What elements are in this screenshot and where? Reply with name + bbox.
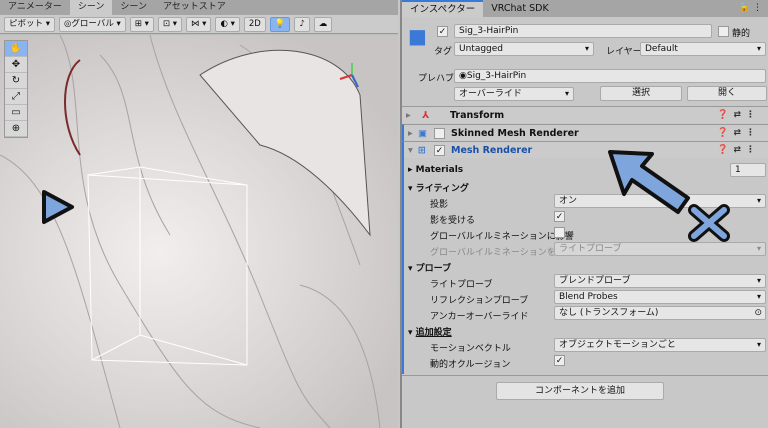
rect-tool-icon[interactable]: ▭ <box>5 105 27 121</box>
pivot-label: ピボット <box>9 18 44 29</box>
gameobject-cube-icon: ■ <box>408 24 427 48</box>
skinned-enable-checkbox[interactable] <box>434 127 445 139</box>
tag-label: タグ <box>434 47 453 57</box>
light-probes-label: ライトプローブ <box>430 280 493 290</box>
transform-icon: ⅄ <box>422 109 430 121</box>
component-title: Transform <box>450 109 505 121</box>
hair-render <box>0 34 381 428</box>
transform-tool-icon[interactable]: ⊕ <box>5 121 27 137</box>
expand-arrow-icon: ▸ <box>408 127 413 139</box>
receive-shadows-label: 影を受ける <box>430 216 476 226</box>
tag-dropdown[interactable]: Untagged <box>454 42 594 56</box>
object-picker-icon[interactable]: ⊙ <box>754 307 762 319</box>
transform-tools: ✋ ✥ ↻ ⤢ ▭ ⊕ <box>4 40 28 138</box>
tab-scene[interactable]: シーン <box>69 0 113 15</box>
lighting-header: ライティング <box>415 184 469 194</box>
motion-vectors-label: モーションベクトル <box>430 344 511 354</box>
x-mark-annotation-icon <box>688 204 730 242</box>
prefab-label: プレハブ <box>418 74 455 84</box>
reflection-probes-label: リフレクションプローブ <box>430 296 529 306</box>
tab-scene-2[interactable]: シーン <box>112 0 155 15</box>
component-title: Mesh Renderer <box>451 144 533 156</box>
arrow-annotation-icon <box>608 150 730 242</box>
add-component-button[interactable]: コンポーネントを追加 <box>496 382 664 400</box>
probes-header: プローブ <box>415 264 452 274</box>
static-checkbox[interactable] <box>718 26 729 37</box>
scale-tool-icon[interactable]: ⤢ <box>5 89 27 105</box>
light-probes-dropdown[interactable]: ブレンドプローブ <box>554 274 766 288</box>
open-button[interactable]: 開く <box>687 86 767 101</box>
lighting-toggle[interactable]: 💡 <box>269 16 291 32</box>
pivot-dropdown[interactable]: ピボット ▾ <box>4 16 55 32</box>
contribute-gi-checkbox[interactable] <box>554 227 565 238</box>
selection-bar <box>402 158 404 374</box>
object-name-input[interactable]: Sig_3-HairPin <box>454 24 712 38</box>
component-controls-icon[interactable]: ❓⇄⋮ <box>717 110 760 120</box>
audio-toggle[interactable]: ♪ <box>294 16 310 32</box>
hand-tool-icon[interactable]: ✋ <box>5 41 27 57</box>
layer-dropdown[interactable]: Default <box>640 42 766 56</box>
scene-toolbar: ピボット ▾ ◎グローバル ▾ ⊞ ▾ ⊡ ▾ ⋈ ▾ ◐ ▾ 2D 💡 ♪ ☁ <box>0 15 398 34</box>
select-button[interactable]: 選択 <box>600 86 682 101</box>
collapse-arrow-icon: ▾ <box>408 144 413 156</box>
component-skinned-mesh-renderer[interactable]: ▸ ▣ Skinned Mesh Renderer ❓⇄⋮ <box>402 124 768 141</box>
effects-toggle[interactable]: ☁ <box>313 16 333 32</box>
dynamic-occlusion-checkbox[interactable]: ✓ <box>554 355 565 366</box>
active-checkbox[interactable]: ✓ <box>437 26 448 37</box>
global-label: グローバル <box>71 18 114 29</box>
play-annotation-icon <box>42 190 74 224</box>
motion-vectors-dropdown[interactable]: オブジェクトモーションごと <box>554 338 766 352</box>
anchor-override-value: なし (トランスフォーム) <box>559 308 659 318</box>
prefab-field[interactable]: ◉Sig_3-HairPin <box>454 69 766 83</box>
cast-shadows-label: 投影 <box>430 200 449 210</box>
snap-increment-button[interactable]: ⊡ ▾ <box>157 16 182 32</box>
materials-foldout[interactable]: ▸ Materials <box>408 165 463 175</box>
static-label: 静的 <box>732 29 751 39</box>
rotate-tool-icon[interactable]: ↻ <box>5 73 27 89</box>
expand-arrow-icon: ▸ <box>406 109 411 121</box>
mesh-renderer-enable-checkbox[interactable]: ✓ <box>434 144 445 156</box>
additional-settings-header: 追加設定 <box>415 328 452 338</box>
receive-shadows-checkbox[interactable]: ✓ <box>554 211 565 222</box>
scene-viewport[interactable] <box>0 34 398 428</box>
layer-label: レイヤー <box>606 47 642 57</box>
2d-toggle[interactable]: 2D <box>243 16 266 32</box>
move-tool-icon[interactable]: ✥ <box>5 57 27 73</box>
inspector-tabs: インスペクター VRChat SDK 🔓 ⋮ <box>402 0 768 17</box>
global-dropdown[interactable]: ◎グローバル ▾ <box>58 16 126 32</box>
tab-asset-store[interactable]: アセットストア <box>155 0 234 15</box>
shading-mode-dropdown[interactable]: ◐ ▾ <box>215 16 240 32</box>
additional-settings-foldout[interactable]: ▾ 追加設定 <box>408 325 452 338</box>
override-dropdown[interactable]: オーバーライド <box>454 87 574 101</box>
tab-animator[interactable]: アニメーター <box>0 0 70 15</box>
scene-tabs: アニメーター シーン シーン アセットストア <box>0 0 398 15</box>
materials-label: Materials <box>415 165 464 175</box>
scene-panel: アニメーター シーン シーン アセットストア ピボット ▾ ◎グローバル ▾ ⊞… <box>0 0 398 428</box>
dynamic-occlusion-label: 動的オクルージョン <box>430 360 511 370</box>
contribute-gi-label: グローバルイルミネーションに影響 <box>430 232 574 242</box>
component-title: Skinned Mesh Renderer <box>451 127 579 139</box>
tab-inspector[interactable]: インスペクター <box>402 0 484 17</box>
anchor-override-field[interactable]: なし (トランスフォーム) ⊙ <box>554 306 766 320</box>
mesh-renderer-icon: ⊞ <box>418 144 426 156</box>
grid-button[interactable]: ⋈ ▾ <box>185 16 212 32</box>
component-controls-icon[interactable]: ❓⇄⋮ <box>717 128 760 138</box>
lock-icon[interactable]: 🔓 ⋮ <box>739 0 768 17</box>
divider <box>402 375 768 376</box>
skinned-mesh-icon: ▣ <box>418 127 427 139</box>
grid-snap-button[interactable]: ⊞ ▾ <box>129 16 154 32</box>
probes-foldout[interactable]: ▾ プローブ <box>408 261 451 274</box>
anchor-override-label: アンカーオーバーライド <box>430 312 529 322</box>
component-transform[interactable]: ▸ ⅄ Transform ❓⇄⋮ <box>402 106 768 123</box>
lighting-foldout[interactable]: ▾ ライティング <box>408 181 469 194</box>
tab-vrchat-sdk[interactable]: VRChat SDK <box>483 0 556 17</box>
prefab-value: Sig_3-HairPin <box>466 71 527 81</box>
reflection-probes-dropdown[interactable]: Blend Probes <box>554 290 766 304</box>
